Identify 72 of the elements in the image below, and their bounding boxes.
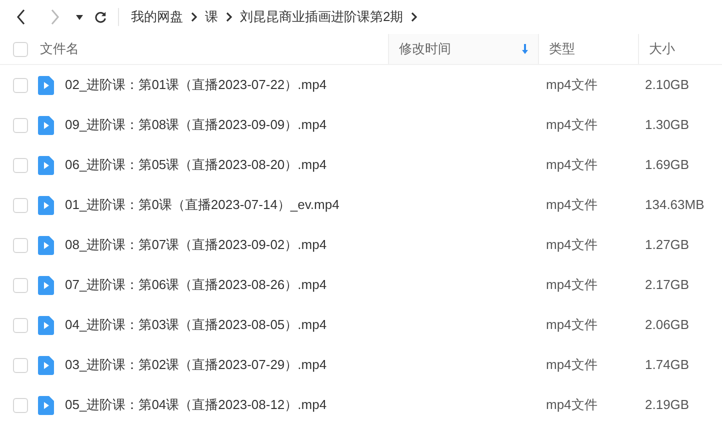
file-size: 2.19GB	[644, 396, 690, 414]
back-icon	[16, 9, 26, 25]
video-file-icon	[38, 396, 54, 414]
checkbox[interactable]	[13, 42, 28, 56]
column-header[interactable]: 修改时间	[388, 34, 538, 64]
file-name: 04_进阶课：第03课（直播2023-08-05）.mp4	[65, 316, 328, 334]
file-size: 1.74GB	[644, 356, 690, 374]
file-row[interactable]: 07_进阶课：第06课（直播2023-08-26）.mp4 mp4文件 2.17GB	[0, 265, 722, 305]
file-type: mp4文件	[545, 276, 598, 294]
file-type: mp4文件	[545, 76, 598, 94]
chevron-right-icon	[225, 12, 233, 22]
forward-icon	[50, 9, 60, 25]
file-row[interactable]: 04_进阶课：第03课（直播2023-08-05）.mp4 mp4文件 2.06GB	[0, 305, 722, 345]
checkbox[interactable]	[13, 278, 28, 292]
video-file-icon	[38, 356, 54, 374]
breadcrumb-link[interactable]: 刘昆昆商业插画进阶课第2期	[240, 7, 404, 27]
file-name: 02_进阶课：第01课（直播2023-07-22）.mp4	[65, 76, 328, 94]
breadcrumb-link[interactable]: 课	[205, 7, 218, 27]
file-name: 05_进阶课：第04课（直播2023-08-12）.mp4	[65, 396, 328, 414]
file-row[interactable]: 03_进阶课：第02课（直播2023-07-29）.mp4 mp4文件 1.74GB	[0, 345, 722, 385]
checkbox[interactable]	[13, 238, 28, 252]
file-type: mp4文件	[545, 316, 598, 334]
file-size: 2.06GB	[644, 316, 690, 334]
column-header[interactable]: 大小	[638, 34, 722, 64]
video-file-icon	[38, 76, 54, 94]
checkbox[interactable]	[13, 358, 28, 372]
file-type: mp4文件	[545, 156, 598, 174]
checkbox[interactable]	[13, 158, 28, 172]
file-size: 134.63MB	[644, 196, 704, 214]
file-name: 09_进阶课：第08课（直播2023-09-09）.mp4	[65, 116, 328, 134]
refresh-button[interactable]	[92, 9, 108, 25]
video-file-icon	[38, 196, 54, 214]
file-size: 2.17GB	[644, 276, 690, 294]
refresh-icon	[94, 10, 106, 24]
file-name: 06_进阶课：第05课（直播2023-08-20）.mp4	[65, 156, 328, 174]
checkbox[interactable]	[13, 398, 28, 412]
file-row[interactable]: 05_进阶课：第04课（直播2023-08-12）.mp4 mp4文件 2.19GB	[0, 385, 722, 425]
file-name: 01_进阶课：第0课（直播2023-07-14）_ev.mp4	[65, 196, 340, 214]
column-header[interactable]: 文件名	[38, 34, 388, 64]
column-header[interactable]: 类型	[538, 34, 638, 64]
file-row[interactable]: 01_进阶课：第0课（直播2023-07-14）_ev.mp4 mp4文件 134.63MB	[0, 185, 722, 225]
video-file-icon	[38, 316, 54, 334]
file-name: 03_进阶课：第02课（直播2023-07-29）.mp4	[65, 356, 328, 374]
file-row[interactable]: 09_进阶课：第08课（直播2023-09-09）.mp4 mp4文件 1.30GB	[0, 105, 722, 145]
file-row[interactable]: 06_进阶课：第05课（直播2023-08-20）.mp4 mp4文件 1.69GB	[0, 145, 722, 185]
history-dropdown-button[interactable]	[74, 12, 84, 22]
caret-down-icon	[76, 14, 82, 20]
sort-down-icon	[522, 44, 528, 54]
video-file-icon	[38, 236, 54, 254]
file-size: 1.27GB	[644, 236, 690, 254]
checkbox[interactable]	[13, 78, 28, 92]
checkbox[interactable]	[13, 118, 28, 132]
file-size: 2.10GB	[644, 76, 690, 94]
chevron-right-icon	[190, 12, 198, 22]
file-name: 07_进阶课：第06课（直播2023-08-26）.mp4	[65, 276, 328, 294]
file-size: 1.30GB	[644, 116, 690, 134]
chevron-right-icon	[410, 12, 418, 22]
breadcrumb-link[interactable]: 我的网盘	[131, 7, 183, 27]
file-type: mp4文件	[545, 236, 598, 254]
file-type: mp4文件	[545, 196, 598, 214]
video-file-icon	[38, 276, 54, 294]
video-file-icon	[38, 156, 54, 174]
video-file-icon	[38, 116, 54, 134]
file-row[interactable]: 02_进阶课：第01课（直播2023-07-22）.mp4 mp4文件 2.10GB	[0, 65, 722, 105]
checkbox[interactable]	[13, 198, 28, 212]
file-row[interactable]: 08_进阶课：第07课（直播2023-09-02）.mp4 mp4文件 1.27GB	[0, 225, 722, 265]
file-type: mp4文件	[545, 356, 598, 374]
file-name: 08_进阶课：第07课（直播2023-09-02）.mp4	[65, 236, 328, 254]
file-type: mp4文件	[545, 396, 598, 414]
file-type: mp4文件	[545, 116, 598, 134]
file-size: 1.69GB	[644, 156, 690, 174]
checkbox[interactable]	[13, 318, 28, 332]
